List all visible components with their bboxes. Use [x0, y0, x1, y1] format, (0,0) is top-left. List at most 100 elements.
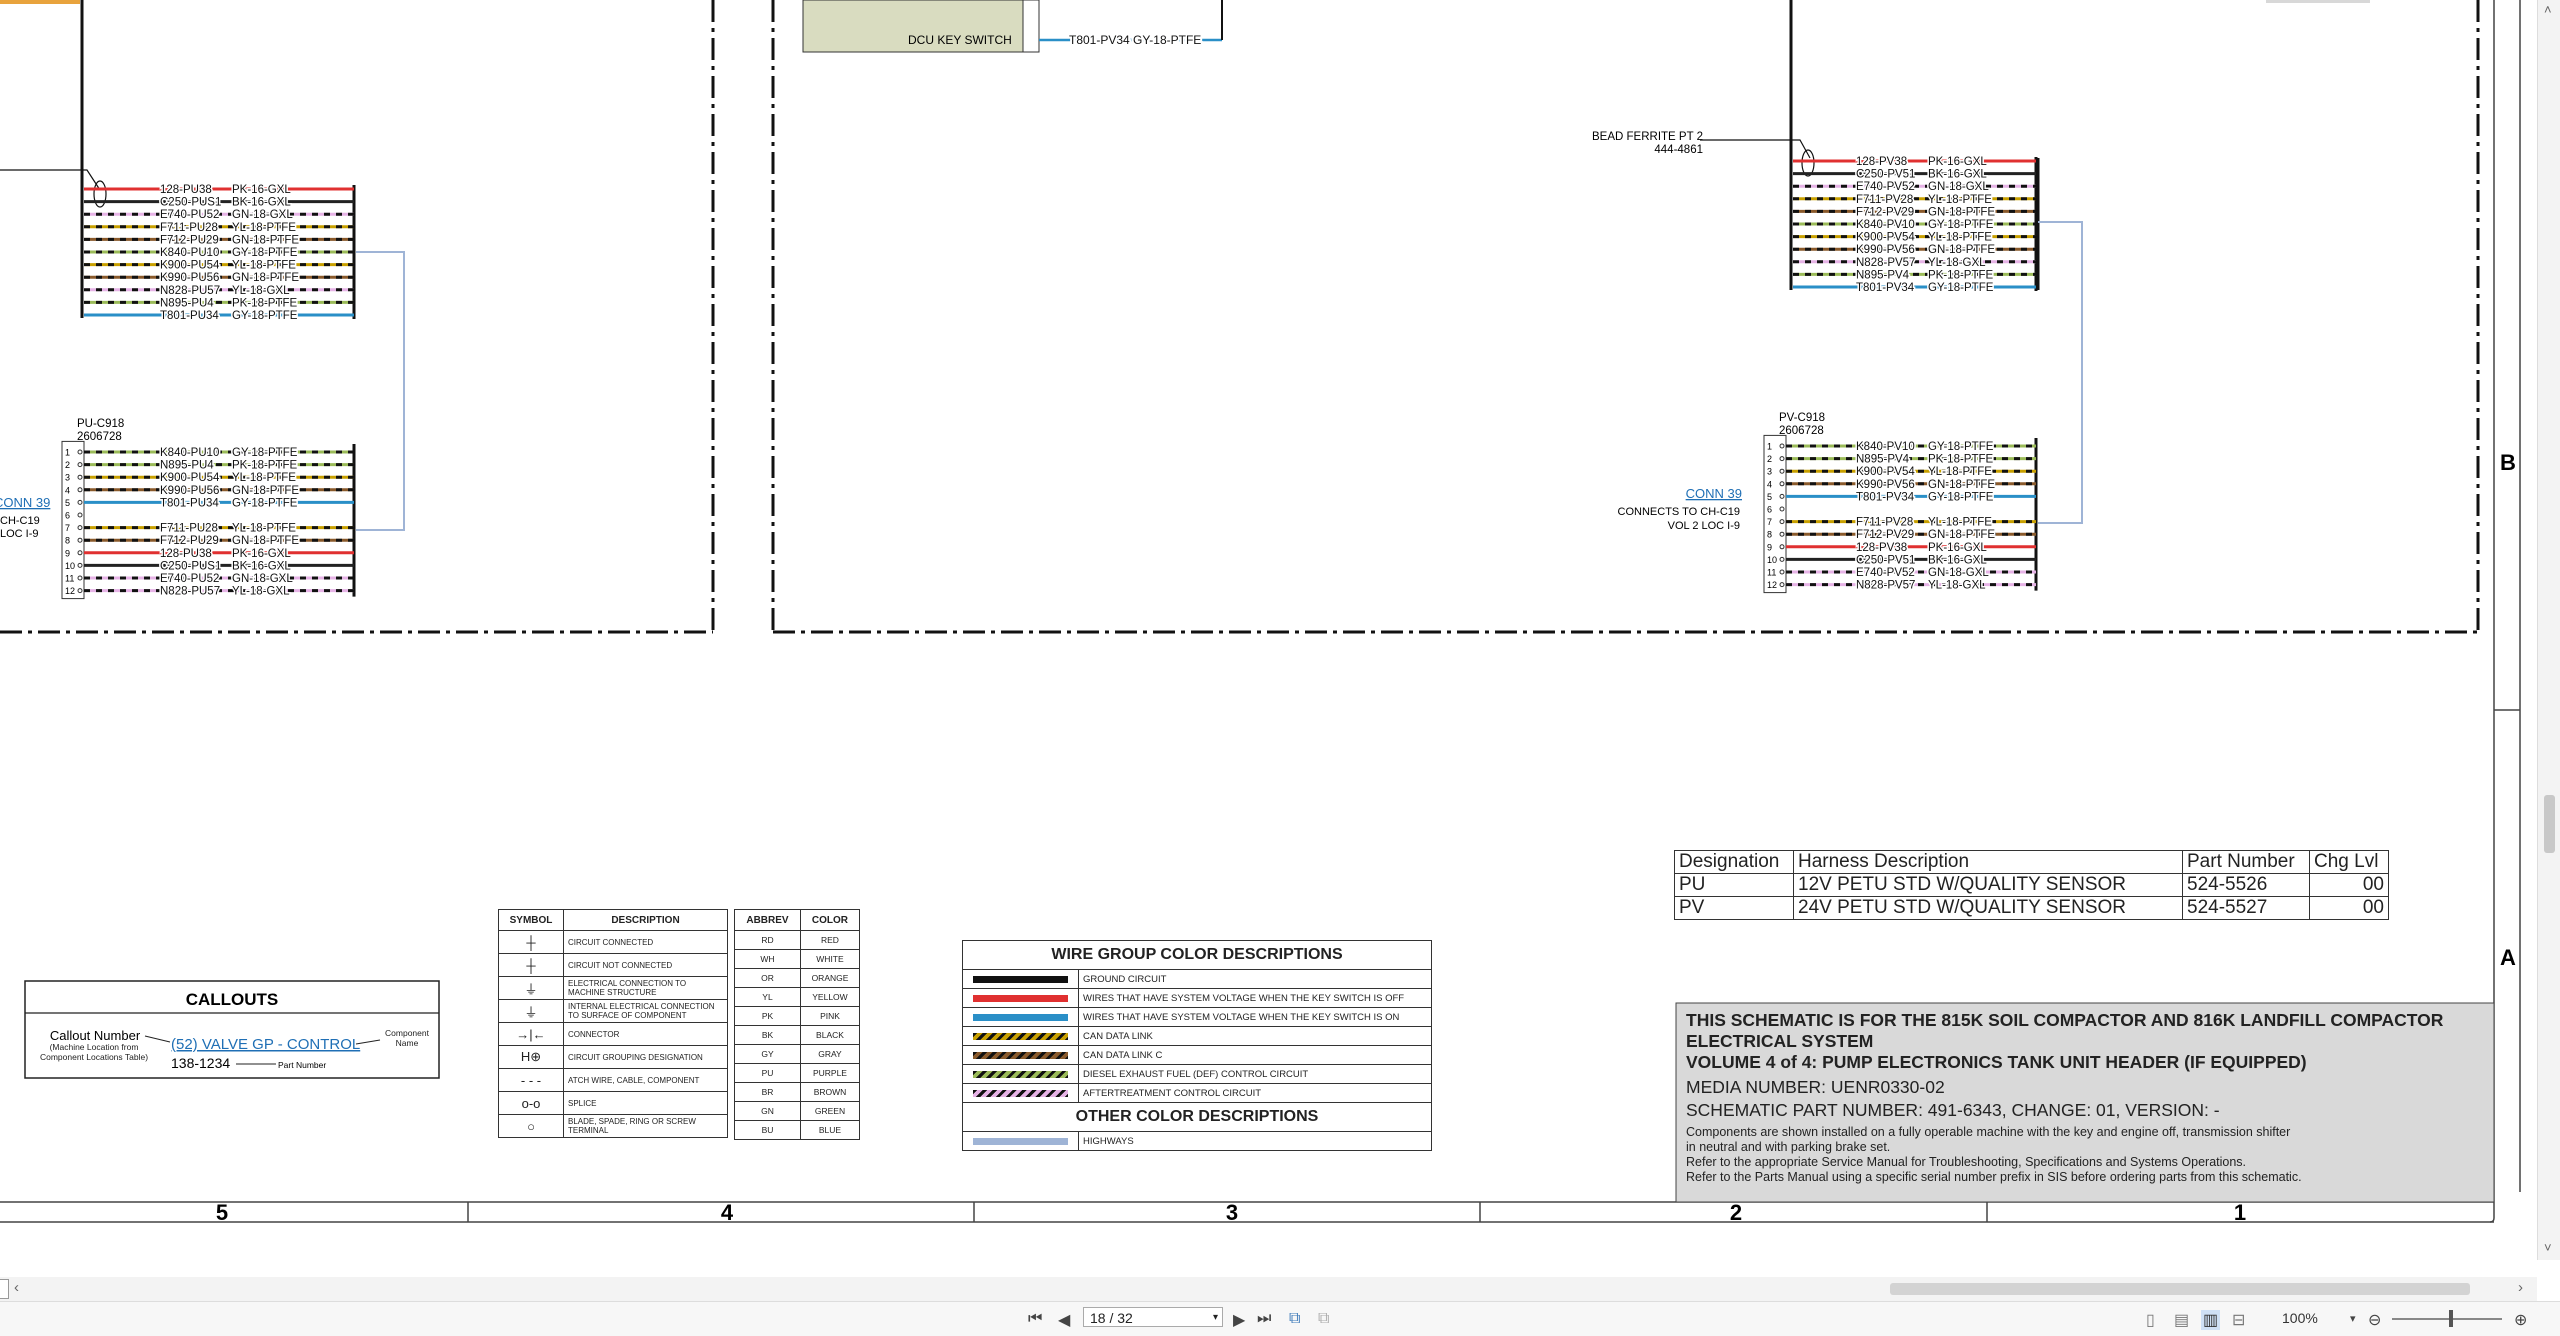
column-number-1: 1	[2234, 1200, 2246, 1225]
abbrev-row: GY GRAY	[734, 1044, 861, 1064]
wire-swatch-cell	[962, 1131, 1079, 1151]
bundle-wire-spec: BK-16-GXL	[1928, 169, 1987, 181]
connector-pin-circuit: N895-PU4	[160, 460, 214, 472]
wire-swatch-cell	[962, 1007, 1079, 1027]
connector-pin-number: 4	[65, 485, 70, 495]
titleblock-part: SCHEMATIC PART NUMBER: 491-6343, CHANGE:…	[1686, 1100, 2220, 1120]
right-highway-line	[2038, 221, 2083, 524]
connector-pin-wire: BK-16-GXL	[232, 560, 291, 572]
connector-pin-wire: GN-18-PTFE	[1928, 479, 1995, 491]
harness-cell: 524-5527	[2182, 896, 2310, 920]
bundle-wire-circuit: N828-PU57	[160, 285, 220, 297]
wire-swatch-cell	[962, 988, 1079, 1008]
bundle-wire-circuit: F711-PU28	[160, 222, 218, 234]
callout-sample-part: 138-1234	[171, 1055, 230, 1071]
horizontal-scroll-thumb[interactable]	[1890, 1283, 2470, 1295]
zoom-out-icon[interactable]: ⊖	[2368, 1310, 2381, 1330]
symbol-row: ○ BLADE, SPADE, RING OR SCREW TERMINAL	[498, 1114, 728, 1138]
wire-color-swatch	[973, 1051, 1068, 1059]
last-page-icon[interactable]: ⏭	[1257, 1310, 1271, 1328]
harness-header-description: Harness Description	[1793, 850, 2183, 874]
machine-ground-icon: ⏚	[498, 976, 564, 1000]
titleblock-note4: Refer to the Parts Manual using a specif…	[1686, 1170, 2302, 1184]
bundle-wire-spec: GY-18-PTFE	[1928, 282, 1994, 294]
left-wire-bundle: 128-PU38 PK-16-GXL C250-PUS1 BK-16-GXL E740-…	[84, 183, 356, 324]
harness-header-designation: Designation	[1674, 850, 1794, 874]
zoom-slider-thumb[interactable]	[2449, 1310, 2453, 1327]
left-panel-toggle[interactable]	[0, 1279, 9, 1299]
right-conn-link[interactable]: CONN 39	[1686, 486, 1742, 501]
wire-group-description: CAN DATA LINK C	[1078, 1045, 1432, 1065]
previous-page-icon[interactable]: ◀	[1058, 1310, 1070, 1330]
abbrev-code: GN	[734, 1101, 801, 1121]
connector-pin-wire: PK-16-GXL	[1928, 542, 1987, 554]
first-page-icon[interactable]: ⏮	[1028, 1310, 1042, 1328]
zoom-slider-track[interactable]	[2392, 1318, 2502, 1320]
connector-pin-circuit: K900-PU54	[160, 472, 220, 484]
abbrev-code: GY	[734, 1044, 801, 1064]
harness-header-chg-lvl: Chg Lvl	[2309, 850, 2389, 874]
connector-pin-number: 10	[65, 561, 75, 571]
next-page-icon[interactable]: ▶	[1233, 1310, 1245, 1330]
connector-pin-circuit: N895-PV4	[1856, 454, 1910, 466]
symbol-row: ⏚ INTERNAL ELECTRICAL CONNECTION TO SURFA…	[498, 999, 728, 1023]
split-view-icon[interactable]: ⊟	[2232, 1310, 2245, 1330]
dcu-key-switch-label: DCU KEY SWITCH	[908, 33, 1012, 47]
single-page-view-icon[interactable]: ▯	[2146, 1310, 2155, 1330]
circuit-not-connected-icon: ┼	[498, 953, 564, 977]
connector-pin-circuit: E740-PU52	[160, 573, 219, 585]
bundle-wire-circuit: F712-PV29	[1856, 206, 1914, 218]
symbol-row: →|← CONNECTOR	[498, 1022, 728, 1046]
page-number-field[interactable]: 18 / 32 ▾	[1083, 1307, 1223, 1327]
page-number-value: 18 / 32	[1090, 1310, 1133, 1326]
dcu-wire-label: T801-PV34 GY-18-PTFE	[1069, 33, 1201, 47]
callout-sample-link[interactable]: (52) VALVE GP - CONTROL	[171, 1036, 360, 1053]
symbol-row: - - - ATCH WIRE, CABLE, COMPONENT	[498, 1068, 728, 1092]
connector-pin-circuit: K840-PV10	[1856, 441, 1915, 453]
horizontal-scrollbar[interactable]: ‹ ›	[0, 1277, 2537, 1301]
column-number-4: 4	[721, 1200, 734, 1225]
wire-group-title: WIRE GROUP COLOR DESCRIPTIONS	[962, 940, 1432, 970]
scroll-right-arrow-icon[interactable]: ›	[2518, 1279, 2523, 1296]
zone-letter-b: B	[2500, 450, 2516, 475]
left-conn-link[interactable]: CONN 39	[0, 495, 50, 510]
connector-pin-number: 10	[1767, 555, 1777, 565]
bundle-wire-circuit: N895-PV4	[1856, 269, 1910, 281]
scroll-up-arrow-icon[interactable]: ˄	[2544, 2, 2552, 17]
vertical-scroll-thumb[interactable]	[2544, 795, 2555, 853]
copy-page-icon[interactable]: ⧉	[1289, 1310, 1300, 1328]
connector-pin-circuit: K990-PU56	[160, 485, 219, 497]
abbrev-header-abbrev: ABBREV	[734, 909, 801, 931]
callout-part-number-label: Part Number	[278, 1060, 326, 1070]
connector-pin-number: 11	[1767, 568, 1776, 578]
scroll-down-arrow-icon[interactable]: ˅	[2544, 1240, 2552, 1255]
connector-pin-number: 2	[65, 460, 70, 470]
scroll-left-arrow-icon[interactable]: ‹	[14, 1279, 19, 1296]
right-wire-bundle: 128-PV38 PK-16-GXL C250-PV51 BK-16-GXL E740-…	[1793, 155, 2038, 296]
bundle-wire-spec: GN-18-PTFE	[232, 234, 299, 246]
abbrev-code: PU	[734, 1063, 801, 1083]
harness-row: PU 12V PETU STD W/QUALITY SENSOR 524-5526 0…	[1674, 873, 2389, 897]
callout-component-name-label: Component Name	[385, 1028, 429, 1048]
wire-group-description: WIRES THAT HAVE SYSTEM VOLTAGE WHEN THE …	[1078, 1007, 1432, 1027]
connector-pin-circuit: K990-PV56	[1856, 479, 1915, 491]
continuous-view-icon[interactable]: ▤	[2174, 1310, 2189, 1330]
connector-pin-wire: YL-18-PTFE	[232, 472, 296, 484]
harness-cell: PU	[1674, 873, 1794, 897]
callout-note: (Machine Location from Component Locatio…	[39, 1042, 149, 1062]
page-dropdown-icon[interactable]: ▾	[1213, 1308, 1218, 1328]
two-page-view-icon[interactable]: ▥	[2201, 1310, 2221, 1330]
left-conn-name: PU-C918	[77, 418, 124, 430]
wire-swatch-cell	[962, 969, 1079, 989]
bundle-wire-circuit: E740-PV52	[1856, 181, 1915, 193]
titleblock-line1: THIS SCHEMATIC IS FOR THE 815K SOIL COMP…	[1686, 1010, 2444, 1030]
column-number-3: 3	[1226, 1200, 1238, 1225]
paste-page-icon[interactable]: ⧉	[1318, 1310, 1329, 1328]
zoom-in-icon[interactable]: ⊕	[2514, 1310, 2527, 1330]
wire-group-row: CAN DATA LINK	[962, 1026, 1432, 1046]
zoom-level[interactable]: 100%	[2282, 1310, 2318, 1326]
right-conn-name: PV-C918	[1779, 412, 1825, 424]
connector-pin-wire: GY-18-PTFE	[1928, 441, 1994, 453]
vertical-scrollbar[interactable]: ˄ ˅	[2537, 0, 2560, 1260]
zoom-dropdown-icon[interactable]: ▾	[2350, 1312, 2356, 1325]
